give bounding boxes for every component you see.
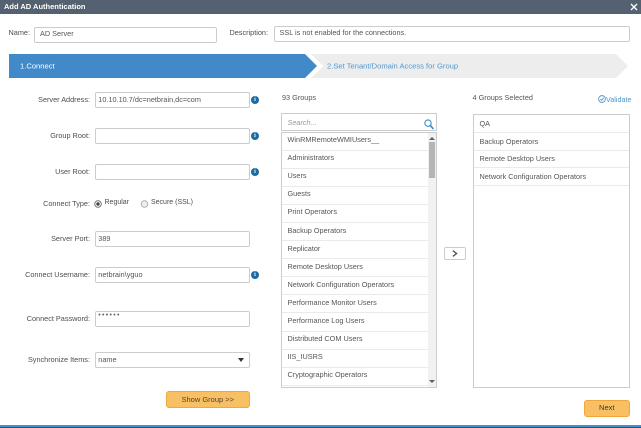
svg-text:2.Set Tenant/Domain Access for: 2.Set Tenant/Domain Access for Group bbox=[327, 61, 458, 70]
svg-text:1.Connect: 1.Connect bbox=[20, 61, 56, 70]
